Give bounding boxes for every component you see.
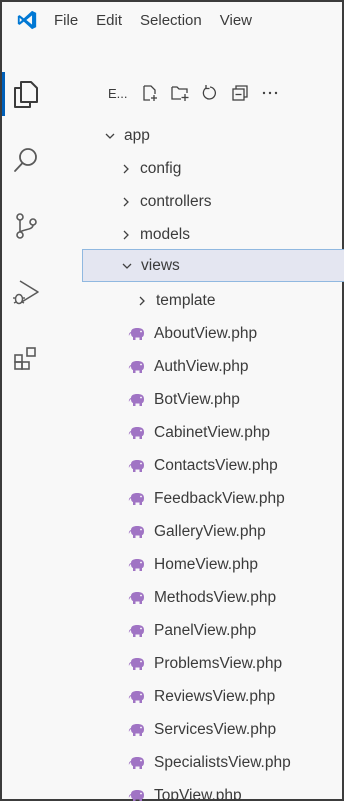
- menu-view[interactable]: View: [220, 12, 252, 29]
- file-label: BotView.php: [154, 390, 240, 408]
- file-label: ReviewsView.php: [154, 687, 276, 705]
- file-label: TopView.php: [154, 786, 242, 801]
- more-icon: [262, 91, 277, 95]
- php-elephant-icon: [128, 789, 146, 801]
- chevron-down-icon: [102, 128, 118, 144]
- activity-run-debug[interactable]: [2, 268, 50, 316]
- tree-file[interactable]: ProblemsView.php: [78, 647, 344, 680]
- folder-label: template: [156, 291, 216, 309]
- menu-edit[interactable]: Edit: [96, 12, 122, 29]
- php-elephant-icon: [128, 756, 146, 770]
- tree-folder-controllers[interactable]: controllers: [78, 185, 344, 218]
- collapse-all-icon: [231, 85, 248, 101]
- new-file-icon: [142, 85, 157, 101]
- tree-file[interactable]: GalleryView.php: [78, 515, 344, 548]
- new-file-button[interactable]: [140, 83, 160, 103]
- activity-search[interactable]: [2, 136, 50, 184]
- explorer-icon: [14, 81, 38, 108]
- file-label: MethodsView.php: [154, 588, 277, 606]
- php-elephant-icon: [128, 558, 146, 572]
- php-elephant-icon: [128, 723, 146, 737]
- chevron-right-icon: [118, 161, 134, 177]
- php-elephant-icon: [128, 327, 146, 341]
- file-label: PanelView.php: [154, 621, 257, 639]
- vscode-logo-icon[interactable]: [16, 9, 38, 31]
- php-elephant-icon: [128, 657, 146, 671]
- php-elephant-icon: [128, 393, 146, 407]
- chevron-right-icon: [118, 227, 134, 243]
- explorer-toolbar: E...: [108, 78, 290, 108]
- php-elephant-icon: [128, 690, 146, 704]
- tree-file[interactable]: ServicesView.php: [78, 713, 344, 746]
- php-elephant-icon: [128, 459, 146, 473]
- source-control-icon: [16, 213, 37, 239]
- tree-folder-models[interactable]: models: [78, 218, 344, 251]
- activity-source-control[interactable]: [2, 202, 50, 250]
- extensions-icon: [14, 347, 36, 370]
- tree-file[interactable]: ReviewsView.php: [78, 680, 344, 713]
- tree-file[interactable]: MethodsView.php: [78, 581, 344, 614]
- activity-explorer[interactable]: [2, 70, 50, 118]
- chevron-down-icon: [119, 258, 135, 274]
- tree-folder-template[interactable]: template: [78, 284, 344, 317]
- folder-label: config: [140, 159, 182, 177]
- tree-file[interactable]: ContactsView.php: [78, 449, 344, 482]
- activity-bar: [2, 58, 50, 799]
- file-label: CabinetView.php: [154, 423, 271, 441]
- folder-label: models: [140, 225, 190, 243]
- tree-folder-app[interactable]: app: [78, 119, 344, 152]
- file-label: AuthView.php: [154, 357, 249, 375]
- file-label: ContactsView.php: [154, 456, 278, 474]
- title-bar: File Edit Selection View: [2, 2, 342, 38]
- php-elephant-icon: [128, 426, 146, 440]
- php-elephant-icon: [128, 591, 146, 605]
- tree-file[interactable]: BotView.php: [78, 383, 344, 416]
- file-label: ServicesView.php: [154, 720, 277, 738]
- chevron-right-icon: [118, 194, 134, 210]
- refresh-icon: [202, 85, 216, 100]
- menu-file[interactable]: File: [54, 12, 78, 29]
- php-elephant-icon: [128, 360, 146, 374]
- tree-file[interactable]: AuthView.php: [78, 350, 344, 383]
- file-label: SpecialistsView.php: [154, 753, 291, 771]
- new-folder-button[interactable]: [170, 83, 190, 103]
- vscode-window: File Edit Selection View E... app config…: [0, 0, 344, 801]
- file-label: AboutView.php: [154, 324, 258, 342]
- collapse-all-button[interactable]: [230, 83, 250, 103]
- tree-file[interactable]: AboutView.php: [78, 317, 344, 350]
- tree-file[interactable]: PanelView.php: [78, 614, 344, 647]
- menu-selection[interactable]: Selection: [140, 12, 202, 29]
- php-elephant-icon: [128, 624, 146, 638]
- chevron-right-icon: [134, 293, 150, 309]
- explorer-sidebar: E... app config controllers models views…: [78, 78, 344, 801]
- activity-extensions[interactable]: [2, 334, 50, 382]
- file-label: FeedbackView.php: [154, 489, 285, 507]
- tree-file[interactable]: TopView.php: [78, 779, 344, 801]
- file-label: ProblemsView.php: [154, 654, 283, 672]
- search-icon: [14, 148, 37, 172]
- tree-file[interactable]: SpecialistsView.php: [78, 746, 344, 779]
- folder-label: views: [141, 256, 180, 274]
- php-elephant-icon: [128, 492, 146, 506]
- refresh-button[interactable]: [200, 83, 220, 103]
- tree-file[interactable]: HomeView.php: [78, 548, 344, 581]
- explorer-title: E...: [108, 85, 128, 101]
- new-folder-icon: [170, 86, 189, 101]
- run-debug-icon: [13, 280, 39, 305]
- tree-folder-views[interactable]: views: [82, 249, 344, 282]
- php-elephant-icon: [128, 525, 146, 539]
- file-label: GalleryView.php: [154, 522, 266, 540]
- tree-file[interactable]: CabinetView.php: [78, 416, 344, 449]
- folder-label: app: [124, 126, 150, 144]
- file-label: HomeView.php: [154, 555, 258, 573]
- folder-label: controllers: [140, 192, 212, 210]
- tree-folder-config[interactable]: config: [78, 152, 344, 185]
- tree-file[interactable]: FeedbackView.php: [78, 482, 344, 515]
- more-actions-button[interactable]: [260, 83, 280, 103]
